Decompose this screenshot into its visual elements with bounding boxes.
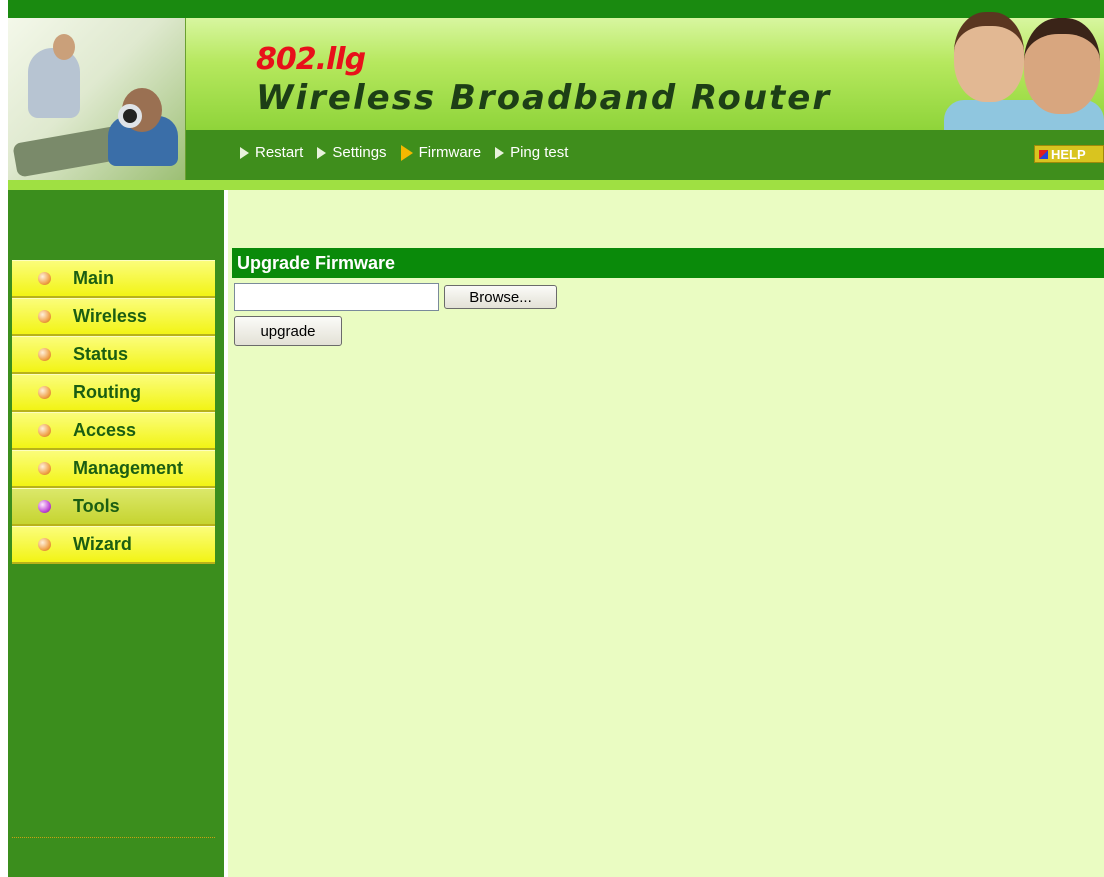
sidebar-item-wizard[interactable]: Wizard — [12, 526, 215, 564]
sidebar-item-label: Management — [73, 458, 184, 478]
sidebar-divider — [12, 837, 215, 838]
photo-face-woman — [954, 12, 1024, 102]
sidebar-item-label: Status — [73, 344, 129, 364]
main-content: Upgrade Firmware Browse... upgrade — [228, 190, 1104, 877]
sidebar-item-label: Wizard — [73, 534, 132, 554]
help-label: HELP — [1051, 146, 1086, 162]
top-nav: Restart Settings Firmware Ping test — [240, 144, 568, 161]
nav-ping-test-label: Ping test — [510, 144, 569, 161]
bullet-icon — [38, 272, 51, 285]
photo-person-woman-head — [53, 34, 75, 60]
sidebar-item-wireless[interactable]: Wireless — [12, 298, 215, 336]
banner-photo-left — [8, 18, 186, 180]
photo-person-woman — [28, 48, 80, 118]
brand-title: Wireless Broadband Router — [256, 78, 832, 118]
help-icon — [1039, 149, 1048, 159]
sidebar-item-main[interactable]: Main — [12, 260, 215, 298]
sidebar-item-routing[interactable]: Routing — [12, 374, 215, 412]
sidebar: Main Wireless Status Routing Access Mana… — [8, 190, 224, 877]
sidebar-menu: Main Wireless Status Routing Access Mana… — [12, 260, 215, 564]
nav-ping-test[interactable]: Ping test — [495, 144, 568, 161]
help-button[interactable]: HELP — [1034, 145, 1104, 163]
sidebar-item-label: Access — [73, 420, 137, 440]
arrow-right-icon — [495, 146, 505, 159]
sidebar-item-label: Main — [73, 268, 115, 288]
nav-firmware-label: Firmware — [418, 144, 482, 161]
sidebar-item-label: Tools — [73, 496, 120, 516]
sidebar-item-label: Wireless — [73, 306, 147, 326]
photo-face-man — [1024, 18, 1100, 114]
arrow-right-active-icon — [400, 144, 413, 161]
nav-firmware[interactable]: Firmware — [400, 144, 482, 161]
bullet-icon — [38, 386, 51, 399]
sidebar-item-access[interactable]: Access — [12, 412, 215, 450]
upgrade-button[interactable]: upgrade — [234, 316, 342, 346]
bullet-icon — [38, 310, 51, 323]
sidebar-item-tools[interactable]: Tools — [12, 488, 215, 526]
browse-button[interactable]: Browse... — [444, 285, 557, 309]
banner-photo-right — [934, 0, 1104, 130]
header-divider-stripe — [8, 180, 1104, 190]
bullet-icon — [38, 462, 51, 475]
headphones-icon — [118, 104, 142, 128]
section-title: Upgrade Firmware — [232, 248, 1104, 278]
nav-restart[interactable]: Restart — [240, 144, 303, 161]
sidebar-item-management[interactable]: Management — [12, 450, 215, 488]
nav-settings-label: Settings — [332, 144, 387, 161]
sidebar-item-label: Routing — [73, 382, 141, 402]
bullet-icon — [38, 538, 51, 551]
bullet-icon — [38, 424, 51, 437]
bullet-icon — [38, 348, 51, 361]
sidebar-item-status[interactable]: Status — [12, 336, 215, 374]
arrow-right-icon — [317, 146, 327, 159]
firmware-file-input[interactable] — [234, 283, 439, 311]
page-header: 802.llg Wireless Broadband Router Restar… — [8, 0, 1104, 190]
bullet-active-icon — [38, 500, 51, 513]
arrow-right-icon — [240, 146, 249, 159]
brand-model: 802.llg — [256, 42, 366, 77]
nav-settings[interactable]: Settings — [317, 144, 387, 161]
nav-restart-label: Restart — [255, 144, 304, 161]
